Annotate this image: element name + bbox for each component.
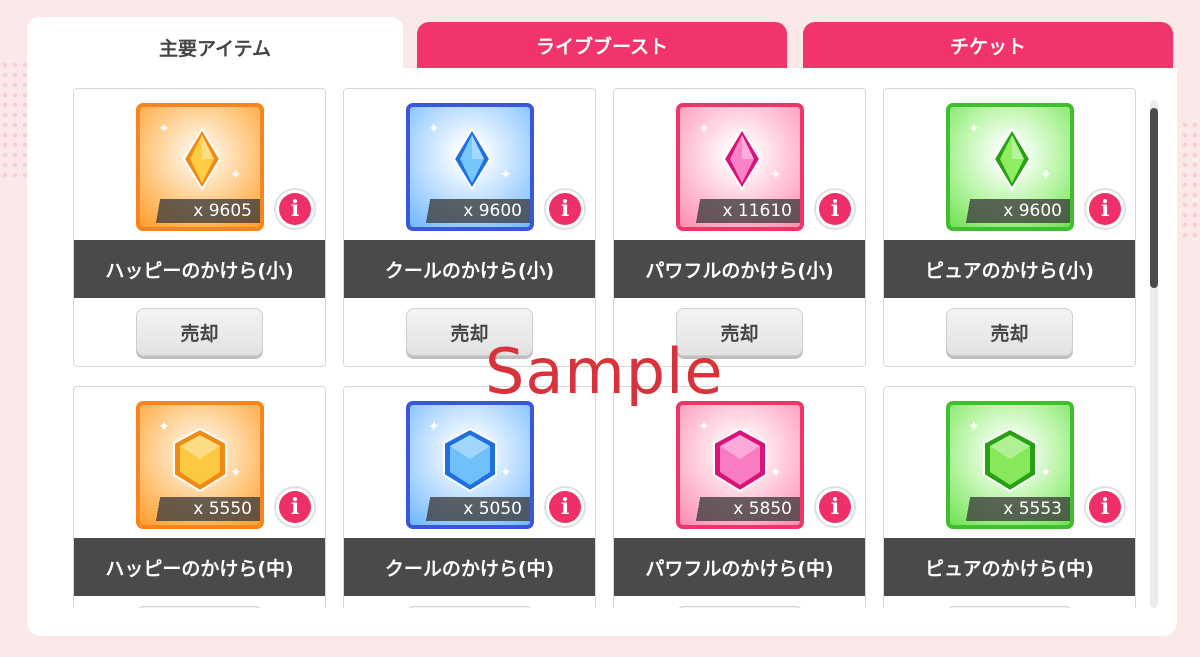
item-count: x 5553 xyxy=(960,497,1070,521)
scrollbar[interactable] xyxy=(1150,100,1158,608)
item-count: x 11610 xyxy=(690,199,800,223)
sell-button[interactable]: 売却 xyxy=(946,308,1073,356)
sell-button[interactable]: 売却 xyxy=(676,606,803,608)
info-button[interactable]: i xyxy=(544,188,586,230)
item-name: ピュアのかけら(中) xyxy=(884,538,1135,596)
item-card[interactable]: ✦ ✦ x 5553 i ピュアのかけら(中) 売却 xyxy=(883,386,1136,608)
info-icon: i xyxy=(279,193,311,225)
sell-button[interactable]: 売却 xyxy=(406,606,533,608)
info-icon: i xyxy=(549,193,581,225)
item-count: x 5050 xyxy=(420,497,530,521)
gem-shape xyxy=(170,427,230,493)
powerful-crystal-icon: ✦ ✦ x 5850 xyxy=(676,401,804,529)
item-count: x 9605 xyxy=(150,199,260,223)
sell-button[interactable]: 売却 xyxy=(946,606,1073,608)
info-icon: i xyxy=(1089,193,1121,225)
info-button[interactable]: i xyxy=(1084,486,1126,528)
item-name: ピュアのかけら(小) xyxy=(884,240,1135,298)
info-button[interactable]: i xyxy=(814,188,856,230)
sell-button[interactable]: 売却 xyxy=(136,606,263,608)
gem-shape xyxy=(440,427,500,493)
gem-shape xyxy=(710,427,770,493)
happy-crystal-icon: ✦ ✦ x 5550 xyxy=(136,401,264,529)
item-card[interactable]: ✦ ✦ x 5550 i ハッピーのかけら(中) 売却 xyxy=(73,386,326,608)
item-card[interactable]: ✦ ✦ x 9600 i クールのかけら(小) 売却 xyxy=(343,88,596,367)
item-name: パワフルのかけら(中) xyxy=(614,538,865,596)
cool-shard-icon: ✦ ✦ x 9600 xyxy=(406,103,534,231)
tab-tickets[interactable]: チケット xyxy=(803,22,1173,69)
item-card[interactable]: ✦ ✦ x 5050 i クールのかけら(中) 売却 xyxy=(343,386,596,608)
powerful-shard-icon: ✦ ✦ x 11610 xyxy=(676,103,804,231)
tab-live-boost[interactable]: ライブブースト xyxy=(417,22,787,69)
gem-shape xyxy=(182,127,236,197)
item-card[interactable]: ✦ ✦ x 11610 i パワフルのかけら(小) 売却 xyxy=(613,88,866,367)
info-icon: i xyxy=(549,491,581,523)
info-icon: i xyxy=(819,193,851,225)
item-card[interactable]: ✦ ✦ x 5850 i パワフルのかけら(中) 売却 xyxy=(613,386,866,608)
tab-bar: 主要アイテム ライブブースト チケット xyxy=(27,17,1177,77)
item-name: クールのかけら(小) xyxy=(344,240,595,298)
info-button[interactable]: i xyxy=(814,486,856,528)
info-button[interactable]: i xyxy=(544,486,586,528)
sample-watermark: Sample xyxy=(485,335,724,408)
item-name: ハッピーのかけら(小) xyxy=(74,240,325,298)
gem-shape xyxy=(452,127,506,197)
item-count: x 9600 xyxy=(960,199,1070,223)
gem-shape xyxy=(992,127,1046,197)
info-icon: i xyxy=(819,491,851,523)
cool-crystal-icon: ✦ ✦ x 5050 xyxy=(406,401,534,529)
info-icon: i xyxy=(279,491,311,523)
info-icon: i xyxy=(1089,491,1121,523)
item-card[interactable]: ✦ ✦ x 9605 i ハッピーのかけら(小) 売却 xyxy=(73,88,326,367)
gem-shape xyxy=(722,127,776,197)
happy-shard-icon: ✦ ✦ x 9605 xyxy=(136,103,264,231)
item-card[interactable]: ✦ ✦ x 9600 i ピュアのかけら(小) 売却 xyxy=(883,88,1136,367)
scrollbar-thumb[interactable] xyxy=(1150,108,1158,288)
item-name: パワフルのかけら(小) xyxy=(614,240,865,298)
info-button[interactable]: i xyxy=(274,486,316,528)
info-button[interactable]: i xyxy=(274,188,316,230)
pure-crystal-icon: ✦ ✦ x 5553 xyxy=(946,401,1074,529)
item-name: ハッピーのかけら(中) xyxy=(74,538,325,596)
item-count: x 5550 xyxy=(150,497,260,521)
info-button[interactable]: i xyxy=(1084,188,1126,230)
item-count: x 9600 xyxy=(420,199,530,223)
pure-shard-icon: ✦ ✦ x 9600 xyxy=(946,103,1074,231)
item-name: クールのかけら(中) xyxy=(344,538,595,596)
gem-shape xyxy=(980,427,1040,493)
sell-button[interactable]: 売却 xyxy=(136,308,263,356)
item-count: x 5850 xyxy=(690,497,800,521)
